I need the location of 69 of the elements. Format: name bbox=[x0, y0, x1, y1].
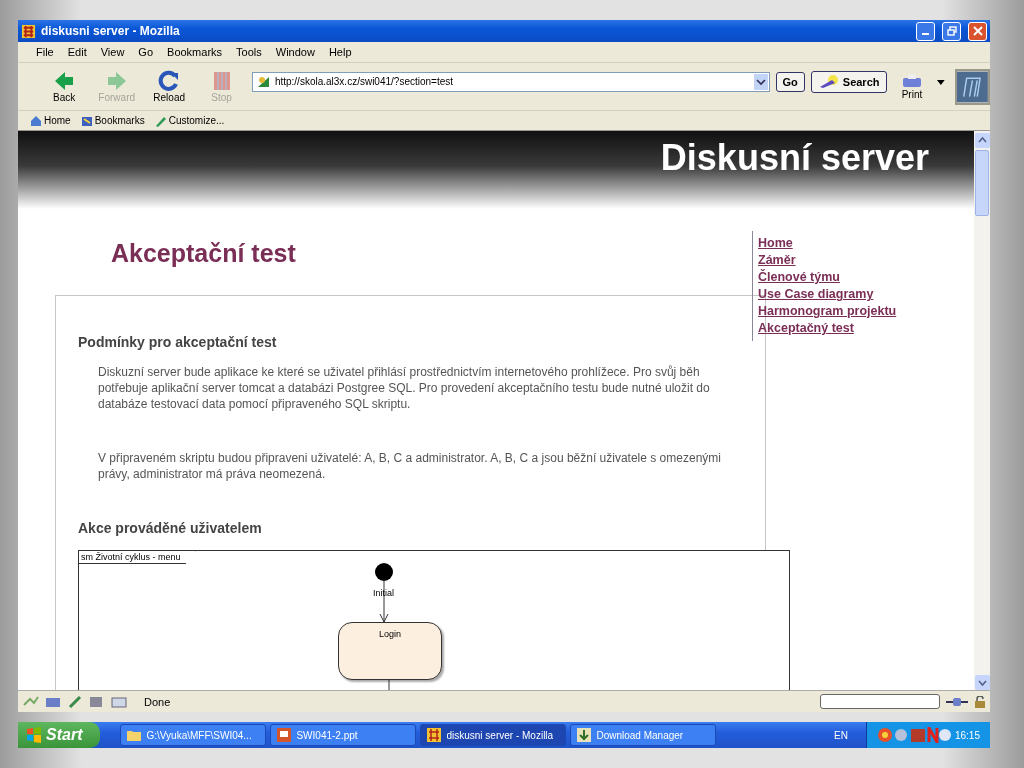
scroll-up-icon[interactable] bbox=[974, 133, 990, 148]
bookmarks-icon bbox=[80, 114, 93, 127]
print-button[interactable]: Print bbox=[892, 73, 932, 100]
initial-node bbox=[375, 563, 393, 581]
download-icon bbox=[577, 728, 592, 742]
menu-item[interactable]: Bookmarks bbox=[167, 46, 223, 58]
paragraph: V připraveném skriptu budou připraveni uživatelé: A, B, C a administrator. A, B, C a jsou běžní uživatele s omezenými právy, administrator má práva neomezená. bbox=[98, 450, 722, 482]
taskbar-button[interactable]: SWI041-2.ppt bbox=[270, 724, 417, 746]
menu-item[interactable]: Tools bbox=[236, 46, 262, 58]
menu-item[interactable]: Help bbox=[328, 46, 352, 58]
section-heading: Akce prováděné uživatelem bbox=[78, 520, 263, 536]
back-arrow-icon bbox=[53, 70, 76, 92]
maximize-button[interactable] bbox=[942, 21, 961, 41]
app-icon bbox=[21, 23, 36, 39]
reload-icon bbox=[158, 70, 181, 92]
window-title: diskusni server - Mozilla bbox=[41, 24, 180, 38]
scroll-thumb[interactable] bbox=[975, 150, 989, 216]
go-button[interactable]: Go bbox=[775, 71, 805, 92]
search-button[interactable]: Search bbox=[810, 70, 887, 93]
language-indicator[interactable]: EN bbox=[820, 729, 862, 741]
address-field[interactable]: http://skola.al3x.cz/swi041/?section=test bbox=[251, 71, 770, 92]
minimize-button[interactable] bbox=[916, 21, 935, 41]
restore-icon bbox=[946, 26, 957, 36]
folder-icon bbox=[127, 729, 142, 741]
app-icon bbox=[427, 728, 442, 742]
clock: 16:15 bbox=[954, 729, 980, 741]
taskbar-button[interactable]: diskusni server - Mozilla bbox=[420, 724, 567, 746]
nav-link[interactable]: Záměr bbox=[758, 252, 897, 269]
toolbar-button[interactable]: Reload bbox=[142, 70, 196, 103]
house-icon bbox=[30, 114, 42, 127]
paragraph: Diskuzní server bude aplikace ke které se uživatel přihlásí prostřednictvím internetového prohlížece. Pro svůj běh potřebuje aplikační server tomcat a databázi Postgree SQL. Pro provedení akceptačního testu bude nutné uložit do databáze testovací data pomocí připraveného SQL skriptu. bbox=[98, 364, 711, 412]
caret-icon[interactable] bbox=[937, 80, 946, 85]
close-icon bbox=[972, 26, 983, 36]
taskbar-button[interactable]: G:\Vyuka\MFF\SWI04... bbox=[120, 724, 267, 746]
menu-item[interactable]: File bbox=[36, 46, 54, 58]
status-text: Done bbox=[144, 695, 171, 708]
windows-flag-icon bbox=[26, 727, 42, 743]
menu-item[interactable]: View bbox=[100, 46, 125, 58]
pencil-icon bbox=[154, 114, 167, 127]
close-button[interactable] bbox=[968, 21, 987, 41]
dropdown-icon[interactable] bbox=[753, 73, 768, 90]
nav-link[interactable]: Akceptačný test bbox=[758, 320, 897, 337]
toolbar-button[interactable]: Back bbox=[38, 70, 91, 103]
minimize-icon bbox=[922, 33, 929, 35]
section-heading: Podmínky pro akceptační test bbox=[78, 334, 278, 350]
tray-icons-drawing[interactable] bbox=[876, 727, 951, 743]
menu-item[interactable]: Go bbox=[138, 46, 154, 58]
taskbar-button[interactable]: Download Manager bbox=[570, 724, 717, 746]
slides-icon bbox=[277, 728, 292, 742]
nav-link[interactable]: Home bbox=[758, 235, 897, 252]
site-title: Diskusní server bbox=[660, 137, 929, 179]
printer-icon bbox=[901, 73, 923, 89]
nav-link[interactable]: Členové týmu bbox=[758, 269, 897, 286]
bookmark-item[interactable]: Bookmarks bbox=[80, 114, 149, 127]
padlock-icon bbox=[974, 695, 986, 708]
connection-icon[interactable] bbox=[946, 695, 968, 708]
frame-label: sm Životní cyklus - menu bbox=[79, 551, 196, 564]
bookmark-item[interactable]: Home bbox=[30, 114, 75, 127]
menu-item[interactable]: Window bbox=[275, 46, 315, 58]
state-node: Login bbox=[338, 622, 442, 680]
bookmark-item[interactable]: Customize... bbox=[154, 114, 229, 127]
nav-link[interactable]: Harmonogram projektu bbox=[758, 303, 897, 320]
scroll-down-icon[interactable] bbox=[974, 675, 990, 690]
site-icon bbox=[256, 74, 271, 89]
throbber-icon bbox=[955, 68, 990, 105]
forward-arrow-icon bbox=[105, 70, 128, 92]
nav-link[interactable]: Use Case diagramy bbox=[758, 286, 897, 303]
node-label: Initial bbox=[373, 588, 394, 598]
menu-item[interactable]: Edit bbox=[67, 46, 87, 58]
